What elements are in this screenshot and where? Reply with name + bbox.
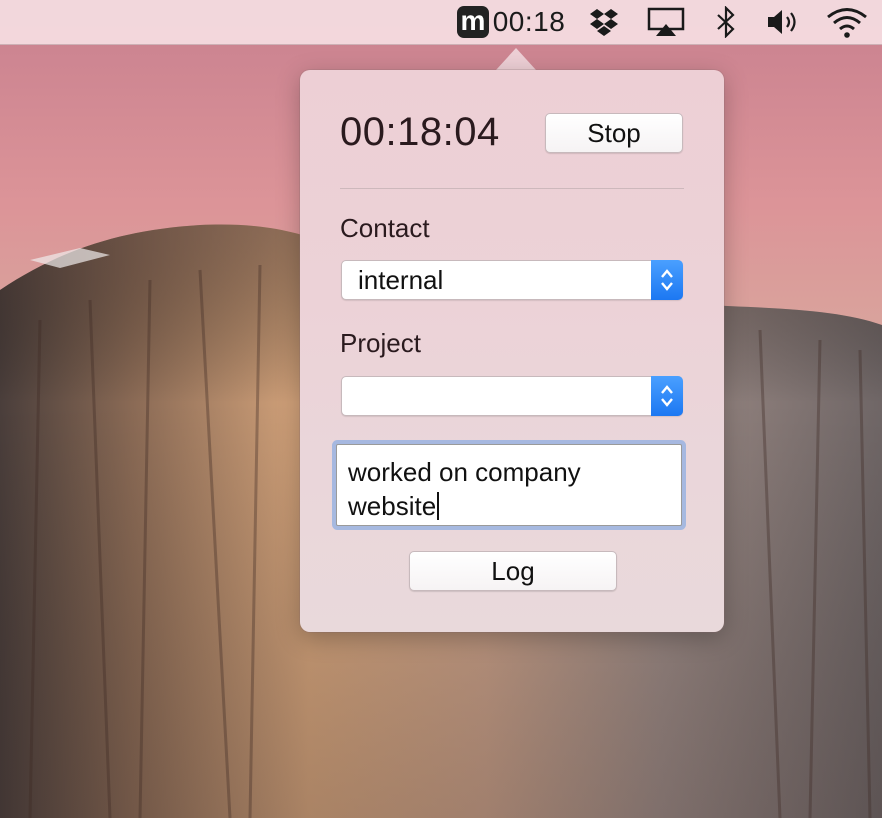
chevron-up-down-glyph	[661, 269, 673, 291]
contact-label: Contact	[340, 213, 430, 243]
project-label: Project	[340, 328, 421, 358]
airplay-glyph	[647, 7, 685, 36]
airplay-icon[interactable]	[646, 0, 686, 44]
time-tracker-app-icon[interactable]: m	[456, 0, 490, 44]
notes-line-1: worked on company	[348, 457, 581, 487]
dropbox-glyph	[590, 9, 618, 36]
divider	[340, 188, 684, 189]
chevron-up-down-icon[interactable]	[651, 260, 683, 300]
time-tracker-popover: 00:18:04 Stop Contact internal Project w…	[300, 70, 724, 632]
contact-select[interactable]: internal	[341, 260, 683, 300]
app-logo-icon: m	[457, 6, 489, 38]
log-button[interactable]: Log	[409, 551, 617, 591]
notes-text: worked on company website	[348, 455, 668, 523]
menu-bar: m 00:18	[0, 0, 882, 45]
notes-textarea[interactable]: worked on company website	[336, 444, 682, 526]
bluetooth-glyph	[717, 6, 735, 38]
chevron-up-down-icon[interactable]	[651, 376, 683, 416]
chevron-up-down-glyph	[661, 385, 673, 407]
menubar-timer-text: 00:18	[492, 6, 566, 37]
text-caret	[437, 492, 440, 520]
wifi-glyph	[827, 8, 867, 38]
elapsed-time: 00:18:04	[340, 110, 500, 154]
contact-select-value: internal	[358, 265, 444, 295]
project-select[interactable]	[341, 376, 683, 416]
volume-icon[interactable]	[764, 0, 804, 44]
menubar-timer[interactable]: 00:18	[490, 0, 568, 44]
stop-button[interactable]: Stop	[545, 113, 683, 153]
notes-line-2: website	[348, 491, 437, 521]
wifi-icon[interactable]	[824, 0, 870, 44]
desktop: m 00:18 00:18:04 Stop Contact internal P…	[0, 0, 882, 818]
notes-line-2-wrap: website	[348, 489, 668, 523]
volume-glyph	[768, 10, 796, 34]
popover-arrow	[496, 48, 536, 70]
dropbox-icon[interactable]	[586, 0, 622, 44]
bluetooth-icon[interactable]	[712, 0, 740, 44]
